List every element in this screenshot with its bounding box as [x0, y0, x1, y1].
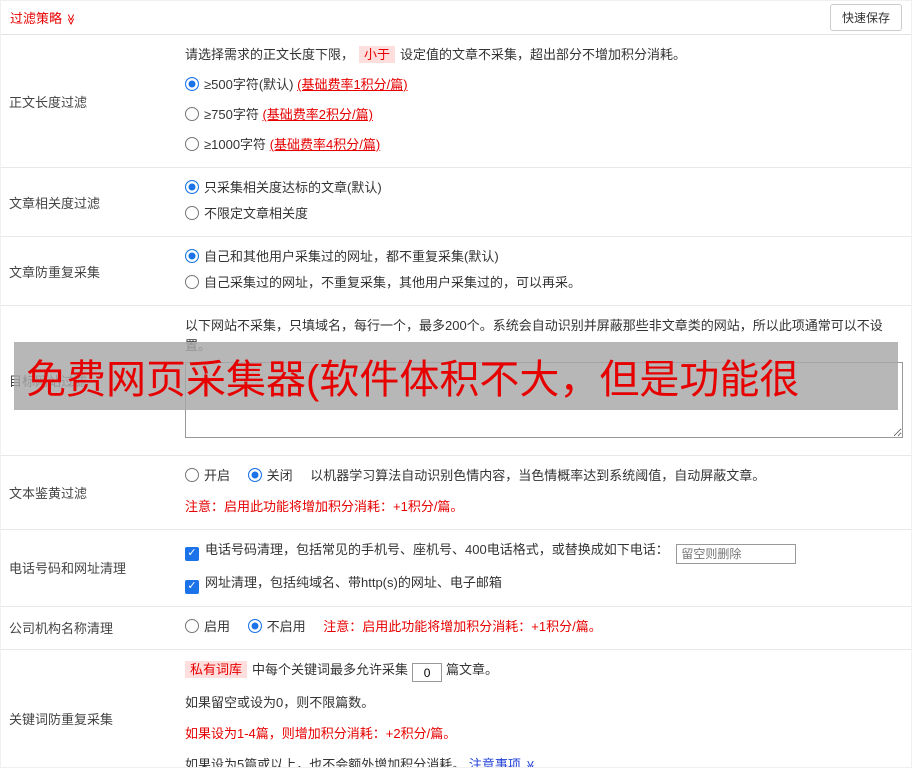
radio-rate-note: (基础费率1积分/篇): [297, 77, 408, 92]
radio-option-500[interactable]: ≥500字符(默认) (基础费率1积分/篇): [185, 75, 899, 95]
row-label-company-clean: 公司机构名称清理: [9, 621, 114, 636]
radio-icon: [185, 249, 199, 263]
radio-label: 关闭: [266, 468, 293, 483]
keyword-limit-input[interactable]: [412, 663, 443, 682]
intro-pre: 请选择需求的正文长度下限，: [185, 47, 355, 62]
radio-rate-note: (基础费率4积分/篇): [269, 137, 381, 152]
private-lexicon-tag: 私有词库: [185, 660, 248, 678]
radio-label: 不启用: [266, 618, 306, 634]
notes-link-text: 注意事项: [468, 757, 521, 768]
row-content-keyword-dedup: 私有词库中每个关键词最多允许采集 篇文章。 如果留空或设为0，则不限篇数。 如果设…: [173, 650, 911, 768]
company-clean-cost-note: 注意：启用此功能将增加积分消耗：+1积分/篇。: [323, 618, 602, 634]
page-title-text: 过滤策略: [10, 11, 63, 26]
radio-option-porn-off[interactable]: 关闭: [247, 468, 297, 483]
quick-save-button[interactable]: 快速保存: [829, 4, 902, 31]
keyword-note-line2: 如果留空或设为0，则不限篇数。: [185, 695, 375, 710]
row-label-keyword-dedup: 关键词防重复采集: [9, 712, 114, 728]
chevron-down-icon: ≫: [523, 760, 536, 768]
radio-option-750[interactable]: ≥750字符 (基础费率2积分/篇): [185, 105, 899, 125]
row-label-phone-url-clean: 电话号码和网址清理: [9, 561, 127, 577]
keyword-note-line4-text: 如果设为5篇或以上，也不会额外增加积分消耗。: [185, 757, 466, 768]
radio-icon: [247, 618, 262, 633]
row-length-filter: 正文长度过滤 请选择需求的正文长度下限， 小于 设定值的文章不采集，超出部分不增加积…: [1, 35, 911, 168]
radio-icon: [185, 618, 199, 633]
topbar: 过滤策略 ≫ 快速保存: [1, 1, 911, 35]
radio-option-relevance-on[interactable]: 只采集相关度达标的文章(默认): [185, 178, 899, 198]
row-relevance-filter: 文章相关度过滤 只采集相关度达标的文章(默认) 不限定文章相关度: [1, 168, 911, 237]
radio-option-1000[interactable]: ≥1000字符 (基础费率4积分/篇): [185, 135, 899, 155]
radio-label: 启用: [204, 618, 231, 634]
radio-option-porn-on[interactable]: 开启: [185, 468, 234, 483]
porn-filter-cost-note: 注意：启用此功能将增加积分消耗：+1积分/篇。: [185, 499, 464, 514]
replacement-phone-input[interactable]: [676, 544, 797, 564]
radio-option-relevance-off[interactable]: 不限定文章相关度: [185, 204, 899, 224]
radio-option-dedup-all[interactable]: 自己和其他用户采集过的网址，都不重复采集(默认): [185, 247, 899, 267]
checkbox-url-clean[interactable]: 网址清理，包括纯域名、带http(s)的网址、电子邮箱: [185, 575, 502, 594]
radio-icon: [185, 275, 199, 289]
radio-label: 不限定文章相关度: [204, 206, 309, 221]
row-phone-url-clean: 电话号码和网址清理 电话号码清理，包括常见的手机号、座机号、400电话格式，或替…: [1, 530, 911, 607]
checkbox-label: 电话号码清理，包括常见的手机号、座机号、400电话格式，或替换成如下电话：: [205, 542, 669, 557]
keyword-limit-suffix: 篇文章。: [446, 661, 499, 677]
row-content-dedup-filter: 自己和其他用户采集过的网址，都不重复采集(默认) 自己采集过的网址，不重复采集，…: [173, 237, 911, 305]
watermark-text: 免费网页采集器(软件体积不大，但是功能很: [26, 358, 800, 402]
radio-label: ≥500字符(默认): [204, 77, 294, 92]
radio-label: ≥1000字符: [204, 137, 267, 152]
radio-icon: [185, 137, 199, 151]
chevron-down-icon: ≫: [64, 13, 77, 26]
row-label-length-filter: 正文长度过滤: [9, 94, 88, 110]
row-dedup-filter: 文章防重复采集 自己和其他用户采集过的网址，都不重复采集(默认) 自己采集过的网…: [1, 237, 911, 306]
row-company-clean: 公司机构名称清理 启用 不启用 注意：启用此功能将增加积分消耗：+1积分/篇。: [1, 607, 911, 650]
checkbox-phone-clean[interactable]: 电话号码清理，包括常见的手机号、座机号、400电话格式，或替换成如下电话：: [185, 542, 672, 561]
radio-icon: [185, 180, 199, 194]
row-content-porn-filter: 开启 关闭 以机器学习算法自动识别色情内容，当色情概率达到系统阈值，自动屏蔽文章…: [173, 456, 911, 529]
radio-label: 开启: [204, 468, 231, 483]
filter-strategy-page: 过滤策略 ≫ 快速保存 正文长度过滤 请选择需求的正文长度下限， 小于 设定值的文章不…: [0, 0, 912, 768]
radio-icon: [185, 206, 199, 220]
radio-option-company-off[interactable]: 不启用: [247, 618, 310, 634]
keyword-limit-text: 中每个关键词最多允许采集: [252, 661, 409, 677]
radio-icon: [185, 468, 199, 482]
keyword-note-line4: 如果设为5篇或以上，也不会额外增加积分消耗。 注意事项 ≫: [185, 755, 899, 768]
row-content-relevance-filter: 只采集相关度达标的文章(默认) 不限定文章相关度: [173, 168, 911, 236]
row-label-porn-filter: 文本鉴黄过滤: [9, 486, 88, 501]
row-content-company-clean: 启用 不启用 注意：启用此功能将增加积分消耗：+1积分/篇。: [173, 607, 911, 649]
radio-icon: [247, 468, 262, 482]
row-content-length-filter: 请选择需求的正文长度下限， 小于 设定值的文章不采集，超出部分不增加积分消耗。 ≥5…: [173, 35, 911, 167]
radio-rate-note: (基础费率2积分/篇): [262, 107, 373, 122]
length-filter-intro: 请选择需求的正文长度下限， 小于 设定值的文章不采集，超出部分不增加积分消耗。: [185, 45, 899, 65]
row-label-dedup-filter: 文章防重复采集: [9, 264, 101, 280]
keyword-limit-line: 私有词库中每个关键词最多允许采集 篇文章。: [185, 660, 899, 682]
phone-clean-line: 电话号码清理，包括常见的手机号、座机号、400电话格式，或替换成如下电话：: [185, 540, 899, 564]
radio-option-dedup-self[interactable]: 自己采集过的网址，不重复采集，其他用户采集过的，可以再采。: [185, 273, 899, 293]
intro-highlight: 小于: [359, 46, 396, 63]
porn-filter-options: 开启 关闭 以机器学习算法自动识别色情内容，当色情概率达到系统阈值，自动屏蔽文章…: [185, 466, 899, 486]
watermark-overlay: 免费网页采集器(软件体积不大，但是功能很: [14, 342, 898, 410]
row-content-phone-url-clean: 电话号码清理，包括常见的手机号、座机号、400电话格式，或替换成如下电话： 网址…: [173, 530, 911, 606]
row-keyword-dedup: 关键词防重复采集 私有词库中每个关键词最多允许采集 篇文章。 如果留空或设为0，则…: [1, 650, 911, 768]
intro-post: 设定值的文章不采集，超出部分不增加积分消耗。: [400, 47, 687, 62]
row-label-relevance-filter: 文章相关度过滤: [9, 195, 101, 211]
url-clean-line: 网址清理，包括纯域名、带http(s)的网址、电子邮箱: [185, 573, 899, 594]
notes-link[interactable]: 注意事项 ≫: [468, 757, 536, 768]
checkbox-label: 网址清理，包括纯域名、带http(s)的网址、电子邮箱: [205, 575, 502, 590]
radio-label: 自己采集过的网址，不重复采集，其他用户采集过的，可以再采。: [204, 275, 582, 290]
checkbox-icon: [185, 579, 199, 594]
keyword-note-line3: 如果设为1-4篇，则增加积分消耗：+2积分/篇。: [185, 726, 457, 741]
radio-label: 只采集相关度达标的文章(默认): [204, 180, 382, 195]
checkbox-icon: [185, 546, 199, 561]
row-porn-filter: 文本鉴黄过滤 开启 关闭 以机器学习算法自动识别色情内容，当色情概率达到系统阈值…: [1, 456, 911, 530]
page-title[interactable]: 过滤策略 ≫: [10, 8, 77, 27]
radio-icon: [185, 107, 199, 121]
radio-icon: [185, 77, 199, 91]
radio-label: 自己和其他用户采集过的网址，都不重复采集(默认): [204, 249, 499, 264]
radio-option-company-on[interactable]: 启用: [185, 618, 234, 634]
porn-filter-desc: 以机器学习算法自动识别色情内容，当色情概率达到系统阈值，自动屏蔽文章。: [310, 468, 766, 483]
radio-label: ≥750字符: [204, 107, 259, 122]
